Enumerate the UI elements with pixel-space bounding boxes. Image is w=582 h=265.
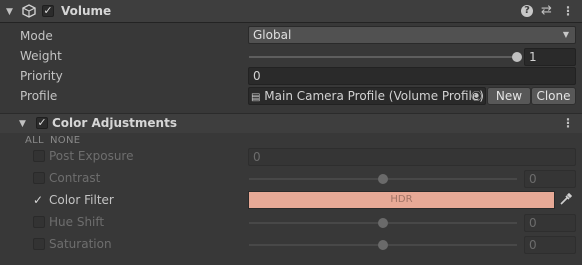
component-enabled-checkbox[interactable]: ✓	[42, 5, 54, 17]
object-picker-icon[interactable]: ⦿	[471, 91, 482, 103]
override-enabled-checkbox[interactable]: ✓	[36, 117, 48, 129]
contrast-override-checkbox[interactable]	[33, 172, 45, 184]
color-filter-override-checkbox[interactable]: ✓	[33, 193, 43, 207]
eyedropper-icon[interactable]	[559, 193, 572, 206]
component-menu-icon[interactable]: ⋮	[562, 5, 574, 17]
clone-profile-button[interactable]: Clone	[531, 87, 576, 105]
hue-shift-label: Hue Shift	[49, 215, 105, 229]
weight-slider-thumb[interactable]	[512, 52, 522, 62]
presets-icon[interactable]: ⇄	[541, 4, 552, 17]
color-filter-swatch[interactable]: HDR	[248, 191, 555, 209]
override-title: Color Adjustments	[52, 116, 177, 130]
weight-field[interactable]: 1	[524, 48, 576, 66]
override-menu-icon[interactable]: ⋮	[562, 117, 574, 129]
override-header: ▼ ✓ Color Adjustments ⋮	[0, 113, 582, 133]
override-foldout-arrow-icon[interactable]: ▼	[19, 118, 26, 130]
volume-cube-icon	[22, 4, 36, 18]
priority-field[interactable]: 0	[248, 67, 576, 85]
saturation-slider-thumb[interactable]	[378, 240, 388, 250]
hue-shift-slider-thumb[interactable]	[378, 218, 388, 228]
weight-label: Weight	[20, 49, 62, 63]
profile-object-field[interactable]: ▤ Main Camera Profile (Volume Profile)	[248, 87, 486, 105]
profile-label: Profile	[20, 89, 58, 103]
dropdown-arrow-icon: ▼	[562, 30, 569, 39]
contrast-field[interactable]: 0	[524, 170, 576, 188]
select-all-toggle[interactable]: ALL	[25, 135, 44, 146]
new-profile-button[interactable]: New	[487, 87, 531, 105]
saturation-field[interactable]: 0	[524, 236, 576, 254]
profile-value: Main Camera Profile (Volume Profile)	[264, 89, 484, 103]
mode-value: Global	[253, 28, 292, 42]
saturation-override-checkbox[interactable]	[33, 238, 45, 250]
post-exposure-label: Post Exposure	[49, 149, 134, 163]
hue-shift-field[interactable]: 0	[524, 214, 576, 232]
weight-slider-track[interactable]	[249, 56, 517, 58]
component-header: ▼ ✓ Volume ? ⇄ ⋮	[0, 0, 582, 23]
contrast-slider-thumb[interactable]	[378, 174, 388, 184]
foldout-arrow-icon[interactable]: ▼	[6, 6, 13, 18]
post-exposure-override-checkbox[interactable]	[33, 150, 45, 162]
color-filter-label: Color Filter	[49, 193, 114, 207]
hue-shift-override-checkbox[interactable]	[33, 216, 45, 228]
mode-dropdown[interactable]: Global ▼	[248, 26, 576, 44]
contrast-label: Contrast	[49, 171, 101, 185]
component-title: Volume	[61, 4, 112, 18]
mode-label: Mode	[20, 29, 53, 43]
post-exposure-field[interactable]: 0	[248, 148, 576, 166]
priority-label: Priority	[20, 69, 63, 83]
help-icon[interactable]: ?	[521, 5, 533, 17]
profile-asset-icon: ▤	[251, 92, 261, 103]
saturation-label: Saturation	[49, 237, 112, 251]
select-none-toggle[interactable]: NONE	[50, 135, 80, 146]
